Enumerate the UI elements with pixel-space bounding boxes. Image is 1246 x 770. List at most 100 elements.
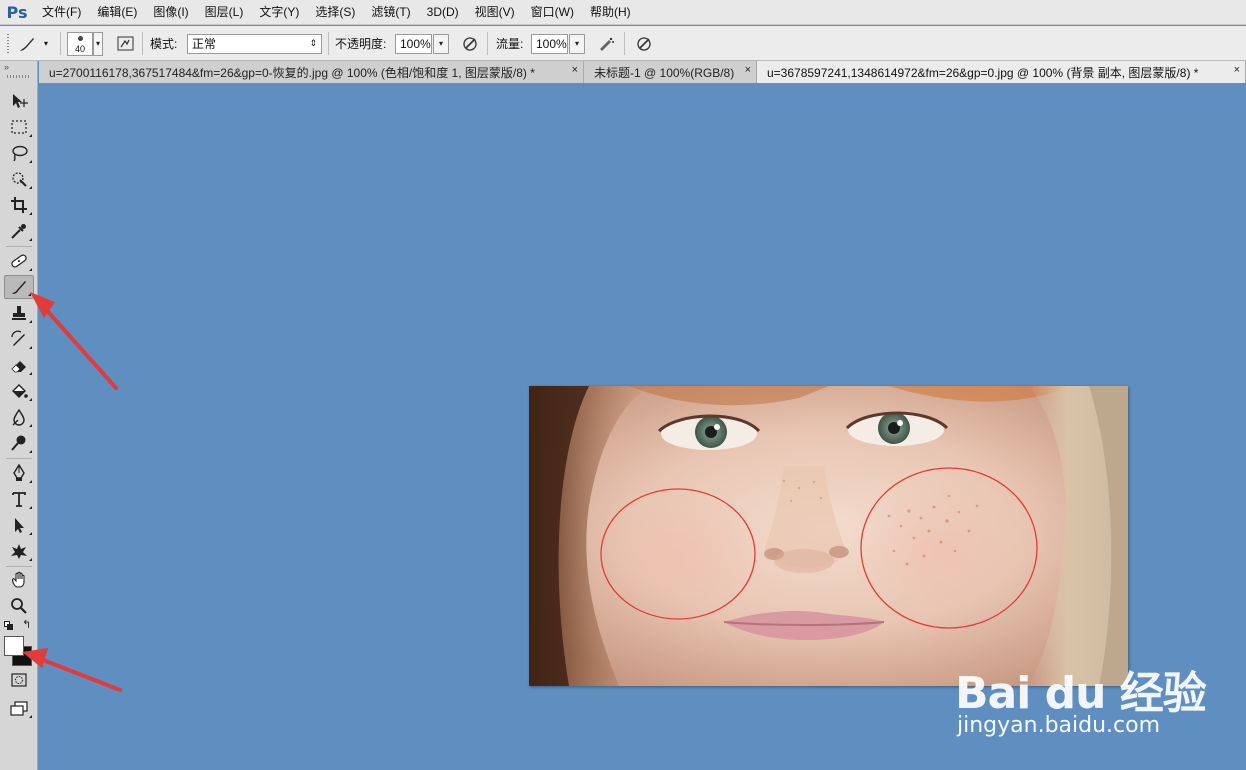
tool-lasso[interactable] — [4, 141, 34, 165]
quick-mask-toggle[interactable] — [4, 668, 34, 692]
tool-marquee[interactable] — [4, 115, 34, 139]
foreground-color-swatch[interactable] — [4, 636, 24, 656]
menu-layer[interactable]: 图层(L) — [197, 0, 252, 25]
clone-stamp-tool-icon — [12, 306, 26, 320]
tool-quick-selection[interactable] — [4, 167, 34, 191]
brush-tip-dot — [78, 35, 83, 41]
mode-select-value: 正常 — [192, 37, 217, 51]
divider — [328, 32, 329, 55]
expand-panel-icon[interactable]: » — [4, 62, 9, 72]
tool-group-indicator — [29, 715, 32, 718]
divider — [142, 32, 143, 55]
tool-healing-brush[interactable] — [4, 249, 34, 273]
divider — [487, 32, 488, 55]
updown-icon: ⇕ — [309, 38, 317, 48]
tool-custom-shape[interactable] — [4, 539, 34, 563]
screen-mode-toggle[interactable] — [4, 696, 34, 720]
lasso-tool-icon — [12, 145, 28, 162]
tool-clone-stamp[interactable] — [4, 301, 34, 325]
document-image[interactable] — [529, 386, 1128, 686]
brush-tool-icon — [12, 281, 26, 294]
mode-label: 模式: — [150, 37, 178, 51]
tool-group-indicator — [29, 238, 32, 241]
grip-icon — [7, 33, 9, 53]
pressure-size-toggle[interactable] — [634, 26, 654, 61]
pressure-size-icon — [637, 36, 651, 51]
path-selection-tool-icon — [15, 518, 24, 533]
tools-panel-header[interactable]: » — [0, 61, 37, 83]
document-tab-label: u=2700116178,367517484&fm=26&gp=0-恢复的.jp… — [49, 65, 535, 80]
menu-window[interactable]: 窗口(W) — [523, 0, 582, 25]
tool-move[interactable] — [4, 89, 34, 113]
tool-group-indicator — [29, 160, 32, 163]
eraser-tool-icon — [11, 361, 26, 373]
document-tab-2[interactable]: 未标题-1 @ 100%(RGB/8) × — [584, 61, 757, 83]
tool-path-selection[interactable] — [4, 513, 34, 537]
custom-shape-tool-icon — [11, 544, 27, 559]
tool-eyedropper[interactable] — [4, 219, 34, 243]
tool-dodge[interactable] — [4, 431, 34, 455]
options-grip — [6, 26, 10, 61]
menu-type[interactable]: 文字(Y) — [251, 0, 307, 25]
opacity-control[interactable]: 100% ▾ — [395, 26, 449, 61]
healing-brush-tool-icon — [11, 254, 27, 268]
chevron-down-icon: ▾ — [93, 31, 103, 56]
brush-panel-toggle[interactable] — [116, 26, 136, 61]
menu-3d[interactable]: 3D(D) — [419, 0, 467, 25]
tool-group-indicator — [29, 480, 32, 483]
tool-group-indicator — [29, 450, 32, 453]
quick-selection-tool-icon — [12, 172, 27, 187]
girl-face-photo — [529, 386, 1128, 686]
mode-select[interactable]: 正常 ⇕ — [187, 26, 322, 61]
tool-type[interactable] — [4, 487, 34, 511]
opacity-input[interactable]: 100% — [395, 33, 432, 54]
menu-bar: Ps 文件(F) 编辑(E) 图像(I) 图层(L) 文字(Y) 选择(S) 滤… — [0, 0, 1246, 25]
divider — [624, 32, 625, 55]
default-colors-icon[interactable] — [4, 621, 13, 630]
tool-blur[interactable] — [4, 405, 34, 429]
tool-crop[interactable] — [4, 193, 34, 217]
document-tab-1[interactable]: u=2700116178,367517484&fm=26&gp=0-恢复的.jp… — [39, 61, 584, 83]
menu-select[interactable]: 选择(S) — [307, 0, 363, 25]
menu-file[interactable]: 文件(F) — [34, 0, 89, 25]
tool-preset-picker[interactable]: ▾ — [16, 26, 48, 61]
menu-filter[interactable]: 滤镜(T) — [363, 0, 418, 25]
tool-history-brush[interactable] — [4, 327, 34, 351]
menu-image[interactable]: 图像(I) — [145, 0, 196, 25]
flow-slider-toggle[interactable]: ▾ — [569, 33, 585, 54]
tool-group-indicator — [29, 320, 32, 323]
document-tab-3[interactable]: u=3678597241,1348614972&fm=26&gp=0.jpg @… — [757, 61, 1246, 83]
tool-hand[interactable] — [4, 568, 34, 592]
tool-group-indicator — [28, 293, 31, 296]
tool-group-indicator — [29, 506, 32, 509]
crop-tool-icon — [11, 197, 27, 213]
swap-colors-icon[interactable]: ↰ — [22, 618, 31, 631]
document-tab-label: u=3678597241,1348614972&fm=26&gp=0.jpg @… — [767, 65, 1199, 80]
menu-help[interactable]: 帮助(H) — [582, 0, 639, 25]
tool-zoom[interactable] — [4, 594, 34, 618]
eyedropper-tool-icon — [11, 224, 26, 239]
brush-size-picker[interactable]: 40 ▾ — [67, 26, 103, 61]
close-icon[interactable]: × — [572, 64, 578, 76]
baidu-watermark-logo: Bai du 经验 — [955, 668, 1207, 719]
mode-select-box[interactable]: 正常 ⇕ — [187, 33, 322, 54]
close-icon[interactable]: × — [1234, 64, 1240, 76]
airbrush-icon — [600, 37, 614, 51]
airbrush-toggle[interactable] — [596, 26, 616, 61]
brush-size-value: 40 — [74, 43, 85, 54]
tool-divider — [6, 566, 32, 567]
flow-input[interactable]: 100% — [531, 33, 568, 54]
brush-preset-icon — [20, 37, 34, 51]
dodge-tool-icon — [11, 435, 26, 451]
tool-brush[interactable] — [4, 275, 34, 299]
close-icon[interactable]: × — [745, 64, 751, 76]
tool-eraser[interactable] — [4, 353, 34, 377]
menu-edit[interactable]: 编辑(E) — [89, 0, 145, 25]
tool-pen[interactable] — [4, 461, 34, 485]
opacity-label: 不透明度: — [335, 37, 387, 51]
pressure-opacity-toggle[interactable] — [460, 26, 480, 61]
flow-control[interactable]: 100% ▾ — [531, 26, 585, 61]
opacity-slider-toggle[interactable]: ▾ — [433, 33, 449, 54]
menu-view[interactable]: 视图(V) — [467, 0, 523, 25]
tool-paint-bucket[interactable] — [4, 379, 34, 403]
